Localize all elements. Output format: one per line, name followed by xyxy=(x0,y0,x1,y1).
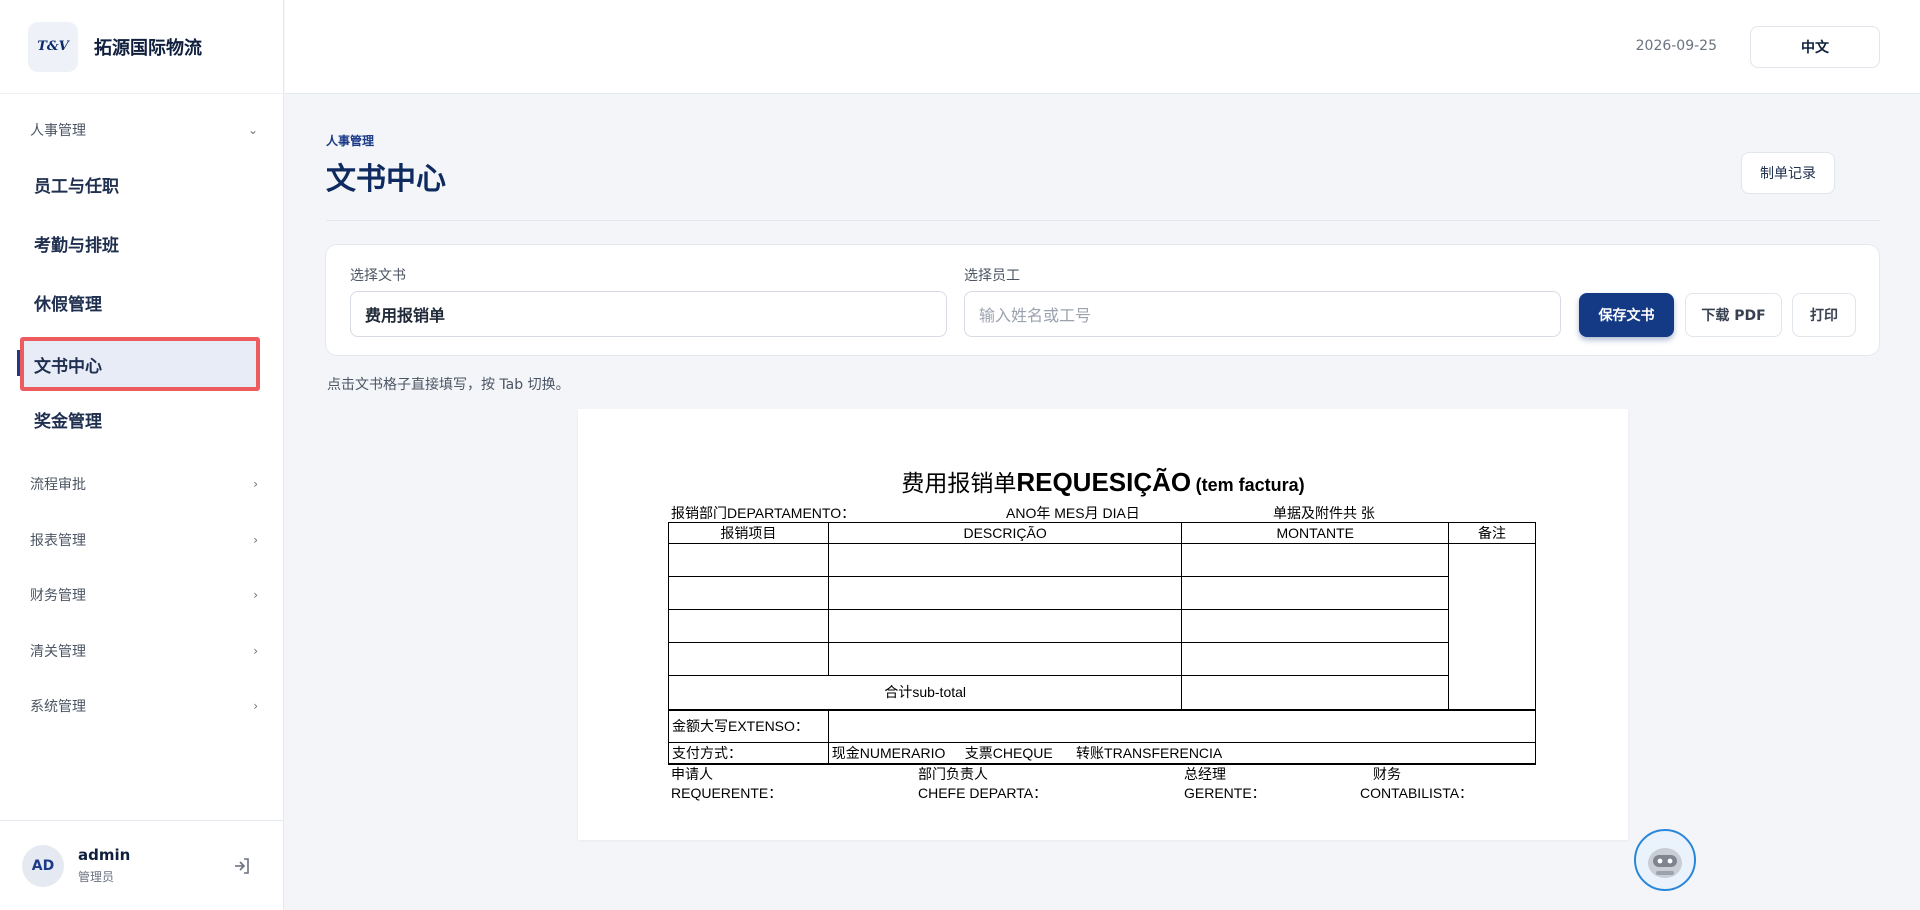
employee-input[interactable]: 输入姓名或工号 xyxy=(964,291,1561,337)
requester-label-zh: 申请人 xyxy=(671,766,713,782)
col-description: DESCRIÇÃO xyxy=(827,522,1183,544)
chevron-right-icon: › xyxy=(253,644,258,658)
col-amount: MONTANTE xyxy=(1181,522,1450,544)
dept-head-label: CHEFE DEPARTA： xyxy=(918,785,1048,801)
nav-group-customs[interactable]: 清关管理 › xyxy=(30,641,258,661)
sidebar-item-employees[interactable]: 员工与任职 xyxy=(20,160,260,208)
nav-group-approval[interactable]: 流程审批 › xyxy=(30,474,258,494)
manager-label: GERENTE： xyxy=(1184,785,1266,801)
table-row xyxy=(668,609,1536,643)
sidebar: T&V 拓源国际物流 人事管理 ⌄ 员工与任职 考勤与排班 休假管理 文书中心 … xyxy=(0,0,284,910)
col-note: 备注 xyxy=(1448,522,1536,544)
description-cell[interactable] xyxy=(827,543,1183,577)
language-button[interactable]: 中文 xyxy=(1750,26,1880,68)
user-role: 管理员 xyxy=(78,870,115,884)
form-hint: 点击文书格子直接填写，按 Tab 切换。 xyxy=(327,377,570,393)
chevron-right-icon: › xyxy=(253,588,258,602)
breadcrumb[interactable]: 人事管理 xyxy=(326,132,374,149)
amount-cell[interactable] xyxy=(1181,543,1450,577)
nav-group-system[interactable]: 系统管理 › xyxy=(30,696,258,716)
avatar: AD xyxy=(22,844,64,887)
print-button[interactable]: 打印 xyxy=(1792,293,1856,337)
col-item: 报销项目 xyxy=(668,522,829,544)
sidebar-item-bonus[interactable]: 奖金管理 xyxy=(20,395,260,443)
divider xyxy=(326,220,1880,221)
dept-head-label-zh: 部门负责人 xyxy=(918,766,988,782)
top-header: 2026-09-25 中文 xyxy=(285,0,1920,94)
brand-name: 拓源国际物流 xyxy=(94,37,202,59)
description-cell[interactable] xyxy=(827,576,1183,610)
document-paper: 费用报销单REQUESIÇÃO (tem factura) 报销部门DEPART… xyxy=(578,409,1628,840)
nav-group-finance[interactable]: 财务管理 › xyxy=(30,585,258,605)
subtotal-cell[interactable] xyxy=(1181,675,1450,710)
sidebar-item-documents[interactable]: 文书中心 xyxy=(20,337,260,391)
chevron-right-icon: › xyxy=(253,699,258,713)
subtotal-row: 合计sub-total xyxy=(667,675,1536,710)
subtotal-label: 合计sub-total xyxy=(667,675,1183,710)
nav-group-label: 人事管理 xyxy=(30,123,86,139)
save-document-button[interactable]: 保存文书 xyxy=(1579,293,1674,337)
assistant-bot-icon[interactable] xyxy=(1634,829,1696,891)
sidebar-item-leave[interactable]: 休假管理 xyxy=(20,278,260,326)
extenso-row: 金额大写EXTENSO： xyxy=(668,708,1537,743)
amount-cell[interactable] xyxy=(1181,576,1450,610)
nav-group-reports[interactable]: 报表管理 › xyxy=(30,530,258,550)
expense-table: 报销项目 DESCRIÇÃO MONTANTE 备注 合计sub-total 金… xyxy=(667,522,1537,765)
table-header: 报销项目 DESCRIÇÃO MONTANTE 备注 xyxy=(668,522,1536,544)
logout-icon[interactable] xyxy=(232,856,252,876)
doc-select[interactable]: 费用报销单 xyxy=(350,291,947,337)
user-area: AD admin 管理员 xyxy=(0,820,284,910)
user-name: admin xyxy=(78,846,131,864)
document-form-card: 选择文书 费用报销单 选择员工 输入姓名或工号 保存文书 下载 PDF 打印 xyxy=(325,244,1880,356)
download-pdf-button[interactable]: 下载 PDF xyxy=(1685,293,1782,337)
amount-cell[interactable] xyxy=(1181,609,1450,643)
chevron-right-icon: › xyxy=(253,533,258,547)
item-cell[interactable] xyxy=(668,543,829,577)
extenso-cell[interactable] xyxy=(827,708,1537,743)
table-row xyxy=(668,576,1536,610)
payment-row: 支付方式： 现金NUMERARIO 支票CHEQUE 转账TRANSFERENC… xyxy=(668,742,1537,765)
description-cell[interactable] xyxy=(827,609,1183,643)
item-cell[interactable] xyxy=(668,609,829,643)
table-row xyxy=(668,642,1536,676)
manager-label-zh: 总经理 xyxy=(1184,766,1226,782)
doc-select-label: 选择文书 xyxy=(350,268,406,284)
brand: T&V 拓源国际物流 xyxy=(0,0,283,94)
extenso-label: 金额大写EXTENSO： xyxy=(668,708,829,743)
accountant-label: CONTABILISTA： xyxy=(1360,785,1474,801)
current-date: 2026-09-25 xyxy=(1635,38,1717,54)
chevron-down-icon: ⌄ xyxy=(247,123,258,137)
brand-logo: T&V xyxy=(28,21,78,72)
employee-label: 选择员工 xyxy=(964,268,1020,284)
description-cell[interactable] xyxy=(827,642,1183,676)
attachments-label: 单据及附件共 张 xyxy=(1273,505,1375,521)
amount-cell[interactable] xyxy=(1181,642,1450,676)
document-title: 费用报销单REQUESIÇÃO (tem factura) xyxy=(901,467,1305,497)
nav-group-hr[interactable]: 人事管理 ⌄ xyxy=(30,120,258,140)
table-row xyxy=(668,543,1536,710)
payment-options[interactable]: 现金NUMERARIO 支票CHEQUE 转账TRANSFERENCIA xyxy=(827,742,1537,765)
records-button[interactable]: 制单记录 xyxy=(1741,152,1835,194)
department-label: 报销部门DEPARTAMENTO： xyxy=(671,505,856,521)
sidebar-item-attendance[interactable]: 考勤与排班 xyxy=(20,219,260,267)
page-title: 文书中心 xyxy=(326,162,446,197)
item-cell[interactable] xyxy=(668,642,829,676)
chevron-right-icon: › xyxy=(253,477,258,491)
payment-label: 支付方式： xyxy=(668,742,829,765)
accountant-label-zh: 财务 xyxy=(1373,766,1401,782)
item-cell[interactable] xyxy=(668,576,829,610)
date-label: ANO年 MES月 DIA日 xyxy=(1006,505,1140,521)
requester-label: REQUERENTE： xyxy=(671,785,783,801)
note-cell[interactable] xyxy=(1448,543,1536,710)
